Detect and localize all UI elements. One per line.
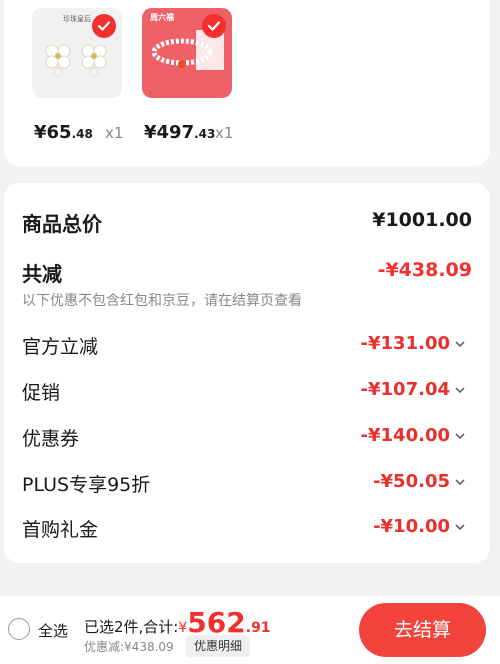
price-dec: .43 — [194, 127, 216, 141]
discount-row-first-purchase[interactable]: -¥10.00 — [373, 516, 466, 537]
reduce-label: 共减 — [22, 262, 62, 286]
reduce-value: -¥438.09 — [377, 259, 472, 281]
discount-value: -¥50.05 — [373, 471, 450, 492]
selected-text: 已选2件,合计: — [84, 618, 179, 636]
discount-label: 官方立减 — [22, 336, 99, 358]
chevron-down-icon — [455, 386, 465, 393]
select-all-radio[interactable] — [8, 618, 30, 640]
product-thumbnail-2[interactable]: 周六福 — [142, 8, 232, 98]
discount-value: -¥10.00 — [373, 516, 450, 537]
check-icon[interactable] — [202, 14, 226, 38]
product-qty-2: x1 — [215, 124, 234, 142]
checkout-button[interactable]: 去结算 — [359, 603, 486, 657]
discount-summary: 优惠减:¥438.09 — [84, 640, 174, 654]
chevron-down-icon — [455, 432, 465, 439]
discount-value: -¥107.04 — [360, 379, 450, 400]
total-value: ¥1001.00 — [372, 209, 472, 231]
discount-label: 首购礼金 — [22, 519, 99, 541]
product-thumbnail-1[interactable]: 珍珠皇后 — [32, 8, 122, 98]
product-price-2: ¥497.43 — [144, 122, 215, 143]
price-summary-card: 商品总价 ¥1001.00 共减 -¥438.09 以下优惠不包含红包和京豆，请… — [4, 183, 490, 563]
discount-value: -¥131.00 — [360, 333, 450, 354]
currency-symbol: ¥ — [178, 620, 188, 636]
discount-row-official[interactable]: -¥131.00 — [361, 333, 466, 354]
discount-label: PLUS专享95折 — [22, 474, 151, 496]
chevron-down-icon — [455, 523, 465, 530]
product-price-1: ¥65.48 — [34, 122, 93, 143]
price-int: ¥65 — [34, 122, 72, 143]
check-icon[interactable] — [92, 14, 116, 38]
discount-label: 优惠券 — [22, 428, 80, 450]
checkout-bar: 全选 已选2件,合计: ¥ 562 .91 优惠减:¥438.09 优惠明细 去… — [0, 596, 500, 664]
product-qty-1: x1 — [105, 124, 124, 142]
discount-detail-button[interactable]: 优惠明细 — [186, 635, 251, 657]
discount-note: 以下优惠不包含红包和京豆，请在结算页查看 — [22, 293, 302, 309]
total-label: 商品总价 — [22, 212, 102, 236]
product-card: 珍珠皇后 周六福 ¥65.48 x1 ¥497.43 x1 — [4, 0, 490, 166]
discount-row-promotion[interactable]: -¥107.04 — [361, 379, 466, 400]
chevron-down-icon — [455, 478, 465, 485]
discount-label: 促销 — [22, 382, 61, 404]
discount-row-coupon[interactable]: -¥140.00 — [361, 425, 466, 446]
total-dec: .91 — [245, 620, 271, 636]
chevron-down-icon — [455, 340, 465, 347]
price-int: ¥497 — [144, 122, 195, 143]
price-dec: .48 — [71, 127, 93, 141]
discount-row-plus[interactable]: -¥50.05 — [373, 471, 466, 492]
select-all-label[interactable]: 全选 — [38, 620, 68, 641]
discount-value: -¥140.00 — [360, 425, 450, 446]
